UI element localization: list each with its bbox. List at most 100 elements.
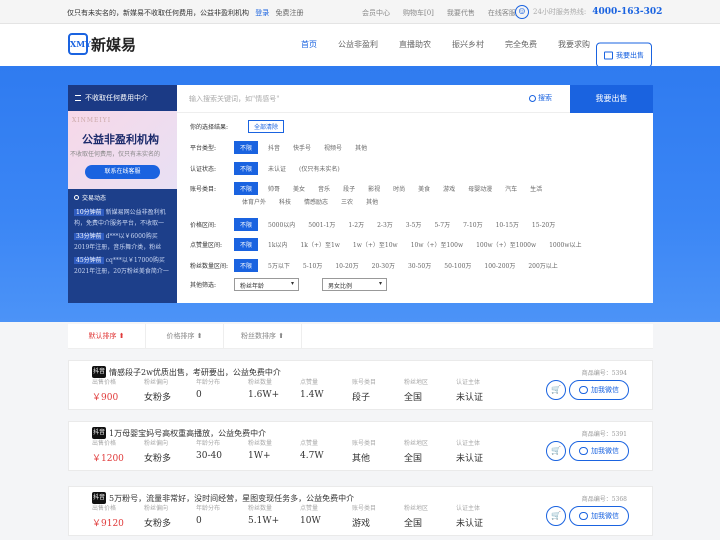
filter-option[interactable]: 时尚	[393, 184, 405, 193]
filter-option-selected[interactable]: 不限	[234, 218, 259, 231]
filter-option[interactable]: 快手号	[293, 143, 311, 152]
filter-option[interactable]: 情感励志	[304, 197, 328, 206]
filter-option[interactable]: 10-20万	[335, 261, 358, 270]
cart-link[interactable]: 购物车[0]	[403, 8, 434, 18]
sort-fans[interactable]: 粉丝数排序 ⬆	[224, 324, 302, 348]
filter-option[interactable]: 3-5万	[406, 220, 422, 229]
filter-option[interactable]: 5000以内	[268, 220, 295, 229]
filter-option[interactable]: 段子	[343, 184, 355, 193]
sort-price[interactable]: 价格排序 ⬆	[146, 324, 224, 348]
online-service-link[interactable]: 在线客服	[488, 8, 516, 18]
filter-option[interactable]: 15-20万	[532, 220, 555, 229]
add-wechat-button[interactable]: 加我微信	[569, 441, 629, 461]
login-link[interactable]: 登录	[255, 9, 269, 17]
filter-option[interactable]: 30-50万	[408, 261, 431, 270]
filter-option[interactable]: 音乐	[318, 184, 330, 193]
consign-link[interactable]: 我要代售	[447, 8, 475, 18]
filter-option-selected[interactable]: 不限	[234, 162, 259, 175]
search-button[interactable]: 搜索	[529, 93, 552, 103]
filter-option[interactable]: 20-30万	[372, 261, 395, 270]
filter-option[interactable]: 视频号	[324, 143, 342, 152]
filter-option[interactable]: (仅只有未实名)	[299, 164, 340, 173]
filter-option[interactable]: 影视	[368, 184, 380, 193]
filter-option[interactable]: 游戏	[443, 184, 455, 193]
filter-option[interactable]: 母婴动漫	[468, 184, 492, 193]
nav-rural[interactable]: 振兴乡村	[452, 39, 484, 50]
attr-label: 账号类目	[352, 440, 377, 447]
nav-nonprofit[interactable]: 公益非盈利	[338, 39, 378, 50]
filter-option[interactable]: 10w（+）至100w	[411, 240, 463, 249]
filter-option[interactable]: 其他	[366, 197, 378, 206]
filter-option[interactable]: 50-100万	[444, 261, 471, 270]
filter-option[interactable]: 美女	[293, 184, 305, 193]
filter-option[interactable]: 抖音	[268, 143, 280, 152]
filter-option[interactable]: 10-15万	[496, 220, 519, 229]
filter-option[interactable]: 5001-1万	[308, 220, 335, 229]
filter-option[interactable]: 科技	[279, 197, 291, 206]
filter-option[interactable]: 1000w以上	[549, 240, 581, 249]
filter-row-other: 其他筛选: 粉丝年龄 男女比例	[190, 278, 410, 291]
fan-age-select[interactable]: 粉丝年龄	[234, 278, 299, 291]
filter-option[interactable]: 1w（+）至10w	[353, 240, 398, 249]
dynamics-item[interactable]: 10分钟前 新媒易网公益非盈利机构，免费中介服务平台，不收取一	[74, 208, 171, 229]
logo[interactable]: XMY 新媒易	[68, 33, 136, 55]
filter-option[interactable]: 5万以下	[268, 261, 290, 270]
attr-value: 游戏	[352, 519, 371, 529]
attr-value: 女粉多	[144, 454, 172, 464]
filter-option-selected[interactable]: 不限	[234, 238, 259, 251]
filter-option[interactable]: 1k以内	[268, 240, 287, 249]
promo-banner[interactable]: XINMEIYI 公益非盈利机构 不收取任何费用，仅只有未实名的 联系在线客服	[68, 111, 177, 189]
filter-option[interactable]: 7-10万	[463, 220, 482, 229]
filter-option[interactable]: 2-3万	[377, 220, 393, 229]
filter-option[interactable]: 100w（+）至1000w	[476, 240, 536, 249]
nav-free[interactable]: 完全免费	[505, 39, 537, 50]
add-wechat-button[interactable]: 加我微信	[569, 506, 629, 526]
register-link[interactable]: 免费注册	[275, 9, 303, 17]
clear-all-button[interactable]: 全部清除	[248, 120, 285, 133]
member-center-link[interactable]: 会员中心	[362, 8, 390, 18]
filter-option[interactable]: 1-2万	[348, 220, 364, 229]
filter-option[interactable]: 其他	[355, 143, 367, 152]
nav-home[interactable]: 首页	[301, 39, 317, 50]
listing-attributes: 出售价格 ￥1200 粉丝偏向 女粉多 年龄分布 30-40 粉丝数量 1W+ 点赞量 4…	[92, 438, 508, 464]
filter-option[interactable]: 5-7万	[434, 220, 450, 229]
filter-option-selected[interactable]: 不限	[234, 259, 259, 272]
nav-want-buy[interactable]: 我要求购	[558, 39, 590, 50]
filter-option[interactable]: 体育户外	[242, 197, 266, 206]
dynamics-item[interactable]: 45分钟前 cq***以￥17000购买2021年注册，20万粉丝美食简介一	[74, 256, 171, 277]
attr-value: 全国	[404, 454, 423, 464]
cart-icon[interactable]: 🛒	[546, 441, 566, 461]
filter-option[interactable]: 三农	[341, 197, 353, 206]
listing-card[interactable]: 抖音 1万母婴宝妈号高权重高播放，公益免费中介 商品编号：5391 出售价格 ￥1…	[68, 421, 653, 471]
filter-option[interactable]: 100-200万	[484, 261, 515, 270]
cart-icon[interactable]: 🛒	[546, 380, 566, 400]
nav-live-farm[interactable]: 直播助农	[399, 39, 431, 50]
filter-option[interactable]: 美食	[418, 184, 430, 193]
sidebar-header-text: 不收取任何费用中介	[85, 94, 148, 102]
search-input[interactable]: 输入搜索关键词，如"情感号"	[189, 94, 279, 104]
attr-label: 粉丝偏向	[144, 379, 169, 386]
add-wechat-button[interactable]: 加我微信	[569, 380, 629, 400]
filter-option[interactable]: 1k（+）至1w	[300, 240, 339, 249]
listing-card[interactable]: 抖音 情感段子2w优质出售，考研要出，公益免费中介 商品编号：5394 出售价格…	[68, 360, 653, 410]
filter-option[interactable]: 未认证	[268, 164, 286, 173]
attr-label: 粉丝偏向	[144, 440, 169, 447]
filter-option[interactable]: 帅哥	[268, 184, 280, 193]
sell-button[interactable]: 我要出售	[596, 42, 652, 68]
filter-option[interactable]: 汽车	[505, 184, 517, 193]
sidebar-header: 不收取任何费用中介	[68, 85, 177, 111]
filter-option[interactable]: 200万以上	[528, 261, 557, 270]
cart-icon[interactable]: 🛒	[546, 506, 566, 526]
filter-option[interactable]: 生活	[530, 184, 542, 193]
filter-option-selected[interactable]: 不限	[234, 141, 259, 154]
gender-ratio-select[interactable]: 男女比例	[322, 278, 387, 291]
attr-label: 点赞量	[300, 379, 319, 386]
filter-option-selected[interactable]: 不限	[234, 182, 259, 195]
sell-button-secondary[interactable]: 我要出售	[570, 85, 653, 113]
listing-card[interactable]: 抖音 5万粉号，流量非常好，没时间经营，星图变现任务多，公益免费中介 商品编号：…	[68, 486, 653, 536]
filter-row-category: 账号类目: 不限 帅哥 美女 音乐 段子 影视 时尚 美食 游戏 母婴动漫 汽车…	[190, 182, 555, 195]
dynamics-item[interactable]: 33分钟前 d***以￥6000购买2019年注册，音乐舞介类，粉丝	[74, 232, 171, 253]
filter-option[interactable]: 5-10万	[303, 261, 322, 270]
contact-service-button[interactable]: 联系在线客服	[85, 165, 160, 179]
sort-default[interactable]: 默认排序 ⬆	[68, 324, 146, 348]
